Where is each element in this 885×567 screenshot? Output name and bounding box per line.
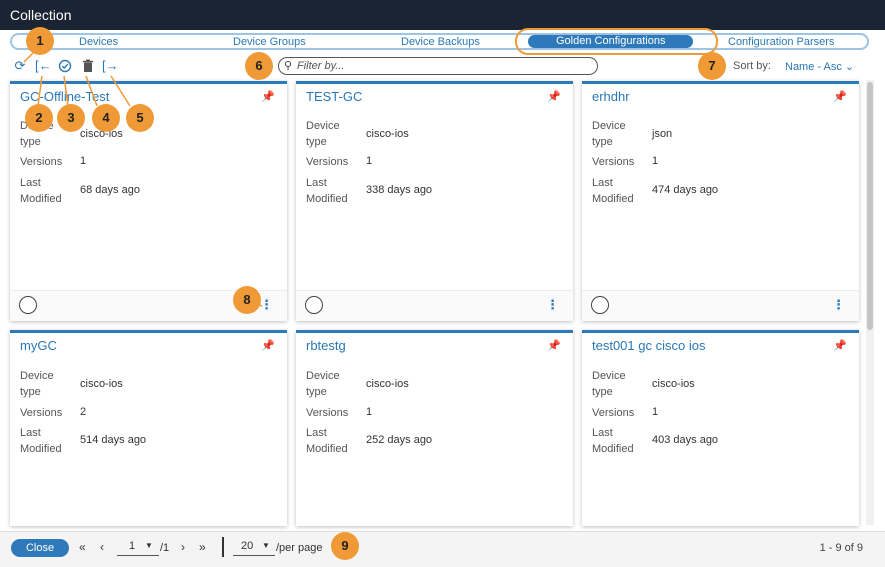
callout-badge: 3 — [57, 104, 85, 132]
callout-arrows — [23, 51, 263, 307]
callout-badge: 8 — [233, 286, 261, 314]
callout-badge: 6 — [245, 52, 273, 80]
callout-badge: 1 — [26, 27, 54, 55]
callout-badge: 7 — [698, 52, 726, 80]
callout-badge: 2 — [25, 104, 53, 132]
callout-badge: 9 — [331, 532, 359, 560]
callout-badge: 4 — [92, 104, 120, 132]
callout-badge: 5 — [126, 104, 154, 132]
